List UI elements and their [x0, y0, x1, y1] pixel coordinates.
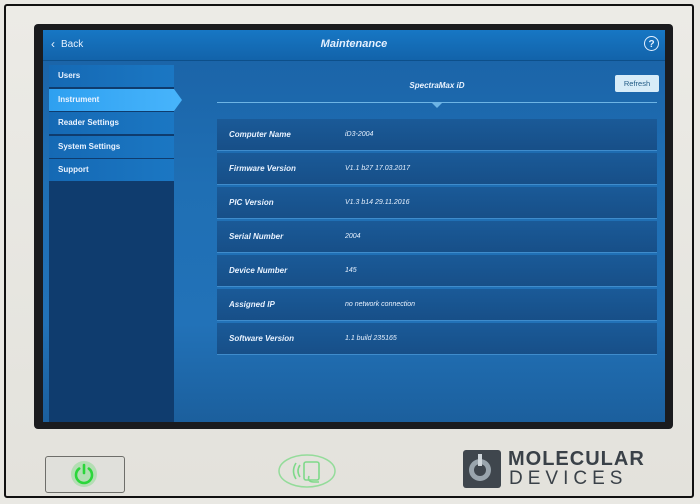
info-row-software-version: Software Version 1.1 build 235165	[217, 323, 657, 355]
info-row-serial-number: Serial Number 2004	[217, 221, 657, 253]
logo-mark-icon	[463, 450, 501, 488]
info-value: 145	[345, 267, 357, 274]
sidebar-item-label: Support	[58, 165, 89, 174]
sidebar-item-label: System Settings	[58, 141, 121, 151]
info-row-firmware-version: Firmware Version V1.1 b27 17.03.2017	[217, 153, 657, 185]
info-label: Computer Name	[229, 130, 291, 139]
sidebar-item-reader-settings[interactable]: Reader Settings	[49, 112, 174, 134]
help-icon[interactable]: ?	[644, 36, 659, 51]
device-name: SpectraMax iD	[409, 81, 465, 90]
nfc-reader-icon	[278, 454, 336, 488]
info-label: PIC Version	[229, 198, 274, 207]
info-value: 1.1 build 235165	[345, 335, 397, 342]
info-value: iD3-2004	[345, 131, 374, 138]
info-value: V1.1 b27 17.03.2017	[345, 165, 411, 172]
info-value: no network connection	[345, 301, 416, 308]
info-value: V1.3 b14 29.11.2016	[345, 199, 410, 206]
touch-screen: ‹ Back Maintenance ? Users Instrument Re…	[43, 30, 665, 422]
info-row-pic-version: PIC Version V1.3 b14 29.11.2016	[217, 187, 657, 219]
info-value: 2004	[345, 233, 361, 240]
molecular-devices-logo: MOLECULAR DEVICES	[463, 448, 663, 492]
sidebar-item-instrument[interactable]: Instrument	[49, 88, 182, 111]
power-icon	[71, 461, 97, 487]
sidebar-item-label: Users	[58, 71, 81, 80]
info-label: Software Version	[229, 334, 295, 343]
top-bar: ‹ Back Maintenance ?	[43, 30, 665, 61]
sidebar: Users Instrument Reader Settings System …	[49, 65, 182, 422]
info-label: Firmware Version	[229, 164, 296, 173]
info-row-assigned-ip: Assigned IP no network connection	[217, 289, 657, 321]
divider-notch	[431, 102, 443, 108]
info-label: Assigned IP	[229, 300, 275, 309]
sidebar-item-label: Reader Settings	[58, 118, 119, 127]
info-label: Device Number	[229, 266, 288, 275]
instrument-info-table: Computer Name iD3-2004 Firmware Version …	[217, 119, 657, 357]
info-row-computer-name: Computer Name iD3-2004	[217, 119, 657, 151]
sidebar-item-system-settings[interactable]: System Settings	[49, 135, 174, 158]
power-button[interactable]	[45, 456, 125, 493]
brand-line-2: DEVICES	[509, 468, 628, 489]
info-row-device-number: Device Number 145	[217, 255, 657, 287]
sidebar-item-label: Instrument	[58, 94, 100, 104]
info-label: Serial Number	[229, 232, 284, 241]
page-title: Maintenance	[320, 38, 388, 50]
sidebar-item-support[interactable]: Support	[49, 159, 174, 181]
sidebar-item-users[interactable]: Users	[49, 65, 174, 87]
refresh-button[interactable]: Refresh	[615, 75, 659, 92]
